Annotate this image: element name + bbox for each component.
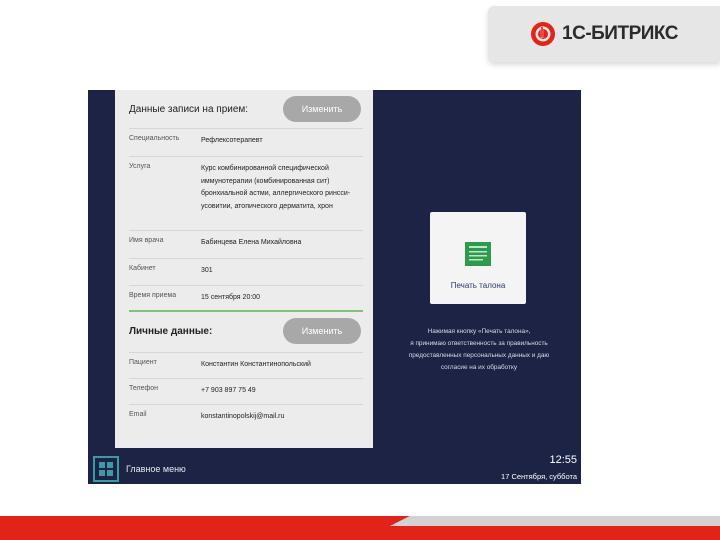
- row-key: Специальность: [129, 135, 180, 142]
- row-key: Пациент: [129, 359, 157, 366]
- row-key: Кабинет: [129, 265, 156, 272]
- section-divider: [129, 310, 363, 312]
- consent-line: предоставленных персональных данных и да…: [408, 352, 550, 359]
- row-value: Рефлексотерапевт: [201, 137, 263, 144]
- brand-name: 1С-БИТРИКС: [562, 23, 678, 44]
- edit-appointment-button[interactable]: Изменить: [283, 96, 361, 122]
- row-value: Курс комбинированной специфической иммун…: [201, 165, 351, 210]
- booking-details-panel: Данные записи на прием: Изменить Специал…: [115, 90, 373, 448]
- consent-line: согласие на их обработку: [440, 364, 518, 371]
- personal-section-header: Личные данные: Изменить: [129, 316, 361, 346]
- kiosk-screen: Данные записи на прием: Изменить Специал…: [88, 90, 581, 484]
- row-value: Константин Константинопольский: [201, 361, 311, 368]
- consent-line: я принимаю ответственность за правильнос…: [410, 340, 548, 347]
- row-value: +7 903 897 75 49: [201, 387, 256, 394]
- appointment-section-header: Данные записи на прием: Изменить: [129, 94, 361, 124]
- bitrix-logo-icon: [531, 22, 556, 46]
- grid-icon[interactable]: [93, 456, 119, 482]
- edit-personal-button[interactable]: Изменить: [283, 318, 361, 344]
- personal-row-email: Email konstantinopolskij@mail.ru: [129, 404, 363, 432]
- personal-row-phone: Телефон +7 903 897 75 49: [129, 378, 363, 404]
- appointment-row-doctor: Имя врача Бабинцева Елена Михайловна: [129, 230, 363, 258]
- ticket-icon: [465, 242, 491, 266]
- clock-time: 12:55: [549, 454, 577, 466]
- personal-row-patient: Пациент Константин Константинопольский: [129, 352, 363, 378]
- appointment-row-service: Услуга Курс комбинированной специфическо…: [129, 156, 363, 230]
- main-menu-link[interactable]: Главное меню: [126, 464, 186, 474]
- consent-text: Нажимая кнопку «Печать талона», я приним…: [384, 326, 574, 374]
- brand-logo: 1С-БИТРИКС: [488, 6, 720, 62]
- personal-section-title: Личные данные:: [129, 325, 213, 337]
- row-key: Услуга: [129, 163, 151, 170]
- appointment-row-specialty: Специальность Рефлексотерапевт: [129, 128, 363, 156]
- row-value: Бабинцева Елена Михайловна: [201, 239, 302, 246]
- consent-line: Нажимая кнопку «Печать талона»,: [427, 328, 531, 335]
- row-key: Email: [129, 411, 147, 418]
- appointment-row-time: Время приема 15 сентября 20:00: [129, 285, 363, 310]
- print-ticket-button[interactable]: Печать талона: [430, 212, 526, 304]
- row-key: Имя врача: [129, 237, 164, 244]
- row-key: Время приема: [129, 292, 177, 299]
- row-value: 301: [201, 267, 213, 274]
- appointment-section-title: Данные записи на прием:: [129, 103, 249, 115]
- clock-date: 17 Сентября, суббота: [501, 472, 577, 481]
- appointment-row-room: Кабинет 301: [129, 258, 363, 285]
- footer-accent: [390, 516, 720, 526]
- bottom-bar: Главное меню 12:55 17 Сентября, суббота: [88, 448, 581, 484]
- row-value: konstantinopolskij@mail.ru: [201, 413, 285, 420]
- row-value: 15 сентября 20:00: [201, 294, 261, 301]
- row-key: Телефон: [129, 385, 159, 392]
- print-ticket-label: Печать талона: [450, 281, 506, 290]
